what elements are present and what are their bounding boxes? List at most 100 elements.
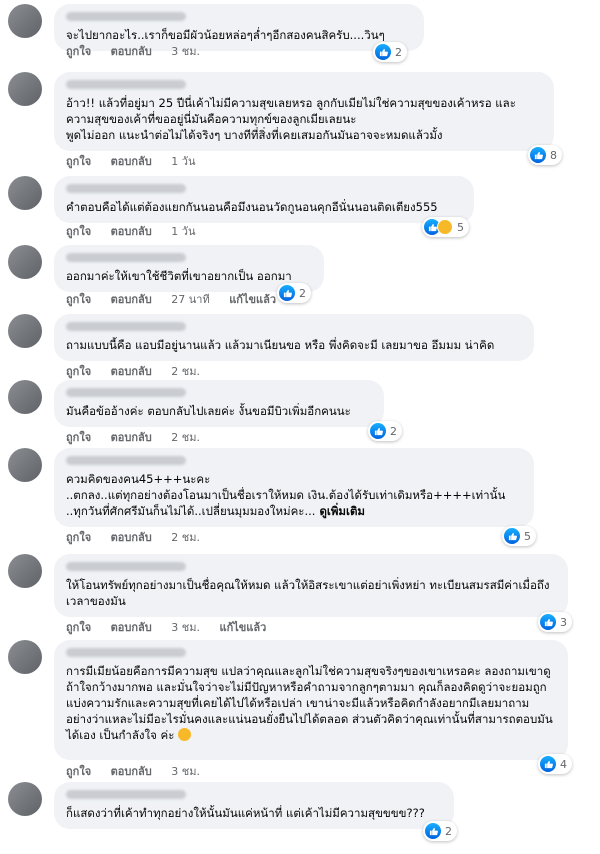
reaction-count: 2 xyxy=(390,424,397,438)
comment-timestamp[interactable]: 2 ชม. xyxy=(171,365,200,378)
reply-button[interactable]: ตอบกลับ xyxy=(111,431,152,444)
like-button[interactable]: ถูกใจ xyxy=(66,155,91,168)
reply-button[interactable]: ตอบกลับ xyxy=(111,45,152,58)
reply-button[interactable]: ตอบกลับ xyxy=(111,765,152,778)
reaction-count: 3 xyxy=(560,615,567,629)
comment-actions: ถูกใจ ตอบกลับ 1 วัน xyxy=(66,152,211,170)
reaction-summary[interactable]: 2 xyxy=(368,421,402,441)
see-more-link[interactable]: ดูเพิ่มเติม xyxy=(315,504,365,518)
reaction-summary[interactable]: 2 xyxy=(373,42,407,62)
comment-text: ถามแบบนี้คือ แอบมีอยู่นานแล้ว แล้วมาเนีย… xyxy=(66,338,495,352)
comment-timestamp[interactable]: 3 ชม. xyxy=(171,765,200,778)
avatar[interactable] xyxy=(8,782,42,816)
author-name-blurred[interactable] xyxy=(66,790,186,799)
reply-button[interactable]: ตอบกลับ xyxy=(111,531,152,544)
author-name-blurred[interactable] xyxy=(66,253,186,262)
reaction-summary[interactable]: 4 xyxy=(538,754,572,774)
comment-actions: ถูกใจ ตอบกลับ 3 ชม. แก้ไขแล้ว xyxy=(66,618,282,636)
reaction-summary[interactable]: 5 xyxy=(502,526,536,546)
reaction-summary[interactable]: 3 xyxy=(538,612,572,632)
like-icon xyxy=(370,423,386,439)
comment: ออกมาค่ะให้เขาใช้ชีวิตที่เขาอยากเป็น ออก… xyxy=(8,245,592,310)
comment-timestamp[interactable]: 3 ชม. xyxy=(171,621,200,634)
comment-text: การมีเมียน้อยคือการมีความสุข แปลว่าคุณแล… xyxy=(66,664,555,742)
avatar[interactable] xyxy=(8,640,42,674)
reaction-count: 4 xyxy=(560,757,567,771)
avatar[interactable] xyxy=(8,380,42,414)
comment: ควมคิดของคน45+++นะคะ ..ตกลง..แต่ทุกอย่าง… xyxy=(8,448,592,548)
author-name-blurred[interactable] xyxy=(66,388,186,397)
comment: คำตอบคือได้แต่ต้องแยกกันนอนคือมึงนอนวัดก… xyxy=(8,176,592,242)
author-name-blurred[interactable] xyxy=(66,80,186,89)
comment-text: อ้าว!! แล้วที่อยู่มา 25 ปีนี่เค้าไม่มีคว… xyxy=(66,96,516,142)
reply-button[interactable]: ตอบกลับ xyxy=(111,293,152,306)
like-button[interactable]: ถูกใจ xyxy=(66,621,91,634)
reaction-summary[interactable]: 2 xyxy=(423,821,457,841)
reply-button[interactable]: ตอบกลับ xyxy=(111,365,152,378)
comment-bubble: ให้โอนทรัพย์ทุกอย่างมาเป็นชื่อคุณให้หมด … xyxy=(54,554,568,617)
comment-timestamp[interactable]: 2 ชม. xyxy=(171,431,200,444)
author-name-blurred[interactable] xyxy=(66,12,186,21)
comment: การมีเมียน้อยคือการมีความสุข แปลว่าคุณแล… xyxy=(8,640,592,782)
like-button[interactable]: ถูกใจ xyxy=(66,531,91,544)
reply-button[interactable]: ตอบกลับ xyxy=(111,225,152,238)
comment-text: ก็แสดงว่าที่เค้าทำทุกอย่างให้นั้นมันแค่ห… xyxy=(66,806,425,820)
like-button[interactable]: ถูกใจ xyxy=(66,431,91,444)
comment-bubble: ก็แสดงว่าที่เค้าทำทุกอย่างให้นั้นมันแค่ห… xyxy=(54,782,454,829)
comment-text: มันคือข้ออ้างค่ะ ตอบกลับไปเลยค่ะ งั้นขอม… xyxy=(66,404,351,418)
comment: จะไปยากอะไร..เราก็ขอมีผัวน้อยหล่อๆล่ำๆอี… xyxy=(8,4,592,62)
comment-text: ควมคิดของคน45+++นะคะ ..ตกลง..แต่ทุกอย่าง… xyxy=(66,472,506,518)
like-button[interactable]: ถูกใจ xyxy=(66,765,91,778)
avatar[interactable] xyxy=(8,448,42,482)
avatar[interactable] xyxy=(8,4,42,38)
edited-label: แก้ไขแล้ว xyxy=(219,621,267,634)
comment-timestamp[interactable]: 1 วัน xyxy=(171,155,195,168)
comment: ถามแบบนี้คือ แอบมีอยู่นานแล้ว แล้วมาเนีย… xyxy=(8,314,592,382)
comment: มันคือข้ออ้างค่ะ ตอบกลับไปเลยค่ะ งั้นขอม… xyxy=(8,380,592,448)
author-name-blurred[interactable] xyxy=(66,456,186,465)
like-button[interactable]: ถูกใจ xyxy=(66,45,91,58)
comment-timestamp[interactable]: 1 วัน xyxy=(171,225,195,238)
comment-bubble: มันคือข้ออ้างค่ะ ตอบกลับไปเลยค่ะ งั้นขอม… xyxy=(54,380,384,427)
comment-text: ออกมาค่ะให้เขาใช้ชีวิตที่เขาอยากเป็น ออก… xyxy=(66,269,292,283)
reaction-count: 8 xyxy=(550,148,557,162)
like-icon xyxy=(504,528,520,544)
like-icon xyxy=(540,614,556,630)
avatar[interactable] xyxy=(8,245,42,279)
avatar[interactable] xyxy=(8,554,42,588)
comment-actions: ถูกใจ ตอบกลับ 3 ชม. xyxy=(66,42,216,60)
comment-actions: ถูกใจ ตอบกลับ 1 วัน xyxy=(66,222,211,240)
reply-button[interactable]: ตอบกลับ xyxy=(111,621,152,634)
reply-button[interactable]: ตอบกลับ xyxy=(111,155,152,168)
reaction-summary[interactable]: 5 xyxy=(422,217,469,237)
like-icon xyxy=(375,44,391,60)
reaction-summary[interactable]: 8 xyxy=(528,145,562,165)
author-name-blurred[interactable] xyxy=(66,184,186,193)
reaction-count: 2 xyxy=(299,286,306,300)
like-button[interactable]: ถูกใจ xyxy=(66,365,91,378)
author-name-blurred[interactable] xyxy=(66,562,186,571)
comment-actions: ถูกใจ ตอบกลับ 27 นาที แก้ไขแล้ว xyxy=(66,290,292,308)
like-button[interactable]: ถูกใจ xyxy=(66,225,91,238)
comment-bubble: ถามแบบนี้คือ แอบมีอยู่นานแล้ว แล้วมาเนีย… xyxy=(54,314,534,361)
comment-bubble: คำตอบคือได้แต่ต้องแยกกันนอนคือมึงนอนวัดก… xyxy=(54,176,474,223)
comment-actions: ถูกใจ ตอบกลับ 2 ชม. xyxy=(66,528,216,546)
comment-timestamp[interactable]: 3 ชม. xyxy=(171,45,200,58)
avatar[interactable] xyxy=(8,314,42,348)
comment-bubble: อ้าว!! แล้วที่อยู่มา 25 ปีนี่เค้าไม่มีคว… xyxy=(54,72,554,151)
comment-bubble: ควมคิดของคน45+++นะคะ ..ตกลง..แต่ทุกอย่าง… xyxy=(54,448,534,527)
edited-label: แก้ไขแล้ว xyxy=(229,293,277,306)
avatar[interactable] xyxy=(8,176,42,210)
avatar[interactable] xyxy=(8,72,42,106)
comment-timestamp[interactable]: 27 นาที xyxy=(171,293,209,306)
reaction-count: 2 xyxy=(395,45,402,59)
like-button[interactable]: ถูกใจ xyxy=(66,293,91,306)
like-icon xyxy=(540,756,556,772)
author-name-blurred[interactable] xyxy=(66,322,186,331)
reaction-count: 2 xyxy=(445,824,452,838)
comment: ให้โอนทรัพย์ทุกอย่างมาเป็นชื่อคุณให้หมด … xyxy=(8,554,592,638)
like-icon xyxy=(530,147,546,163)
comment-text: จะไปยากอะไร..เราก็ขอมีผัวน้อยหล่อๆล่ำๆอี… xyxy=(66,28,385,42)
author-name-blurred[interactable] xyxy=(66,648,186,657)
comment-timestamp[interactable]: 2 ชม. xyxy=(171,531,200,544)
